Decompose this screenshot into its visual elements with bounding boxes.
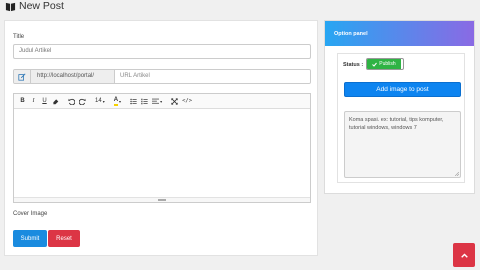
reset-button[interactable]: Reset: [48, 230, 80, 247]
tags-textarea[interactable]: Koma spasi. ex: tutorial, tips komputer,…: [344, 111, 461, 178]
undo-icon[interactable]: [66, 96, 77, 107]
editor-resize-handle[interactable]: [14, 197, 310, 202]
status-toggle[interactable]: Publish: [366, 58, 404, 70]
editor-content-area[interactable]: [14, 109, 310, 197]
option-panel-title: Option panel: [325, 21, 474, 46]
add-image-button[interactable]: Add image to post: [344, 82, 461, 97]
align-dropdown[interactable]: ▾: [150, 96, 164, 107]
cover-image-label: Cover Image: [13, 211, 48, 217]
code-view-icon[interactable]: </>: [180, 96, 194, 107]
italic-button[interactable]: I: [28, 96, 39, 107]
font-size-dropdown[interactable]: 14 ▾: [93, 96, 107, 107]
check-icon: [372, 62, 378, 67]
rich-text-editor: B I U 14 ▾ A ▾ ▾ </>: [13, 93, 311, 203]
option-panel: Option panel Status : Publish Add image …: [324, 20, 475, 194]
url-input[interactable]: URL Artikel: [115, 70, 310, 83]
unordered-list-icon[interactable]: [128, 96, 139, 107]
tags-placeholder: Koma spasi. ex: tutorial, tips komputer,…: [349, 117, 444, 131]
bold-button[interactable]: B: [17, 96, 28, 107]
font-size-value: 14: [95, 98, 102, 104]
ordered-list-icon[interactable]: [139, 96, 150, 107]
fullscreen-icon[interactable]: [169, 96, 180, 107]
page-header: New Post: [5, 0, 64, 12]
edit-icon: [14, 70, 31, 83]
chevron-up-icon: [460, 252, 468, 258]
redo-icon[interactable]: [77, 96, 88, 107]
url-prefix: http://localhost/portal/: [31, 70, 115, 83]
editor-toolbar: B I U 14 ▾ A ▾ ▾ </>: [14, 94, 310, 109]
underline-button[interactable]: U: [39, 96, 50, 107]
post-form-card: Title Judul Artikel http://localhost/por…: [4, 20, 318, 256]
eraser-icon[interactable]: [50, 96, 61, 107]
status-value: Publish: [379, 61, 396, 67]
book-icon: [5, 2, 16, 11]
caret-down-icon: ▾: [102, 98, 105, 104]
font-color-value: A: [113, 97, 119, 106]
resize-grip-icon[interactable]: [455, 172, 459, 176]
option-panel-body: Status : Publish Add image to post Koma …: [337, 53, 465, 183]
scroll-to-top-button[interactable]: [453, 243, 475, 267]
caret-down-icon: ▾: [119, 98, 122, 104]
caret-down-icon: ▾: [160, 98, 163, 104]
title-label: Title: [13, 34, 25, 40]
url-input-group: http://localhost/portal/ URL Artikel: [13, 69, 311, 84]
align-icon: [152, 98, 160, 104]
status-label: Status :: [343, 62, 364, 68]
font-color-dropdown[interactable]: A ▾: [112, 96, 123, 107]
submit-button[interactable]: Submit: [13, 230, 47, 247]
title-input[interactable]: Judul Artikel: [13, 44, 311, 59]
page-title: New Post: [19, 0, 64, 12]
